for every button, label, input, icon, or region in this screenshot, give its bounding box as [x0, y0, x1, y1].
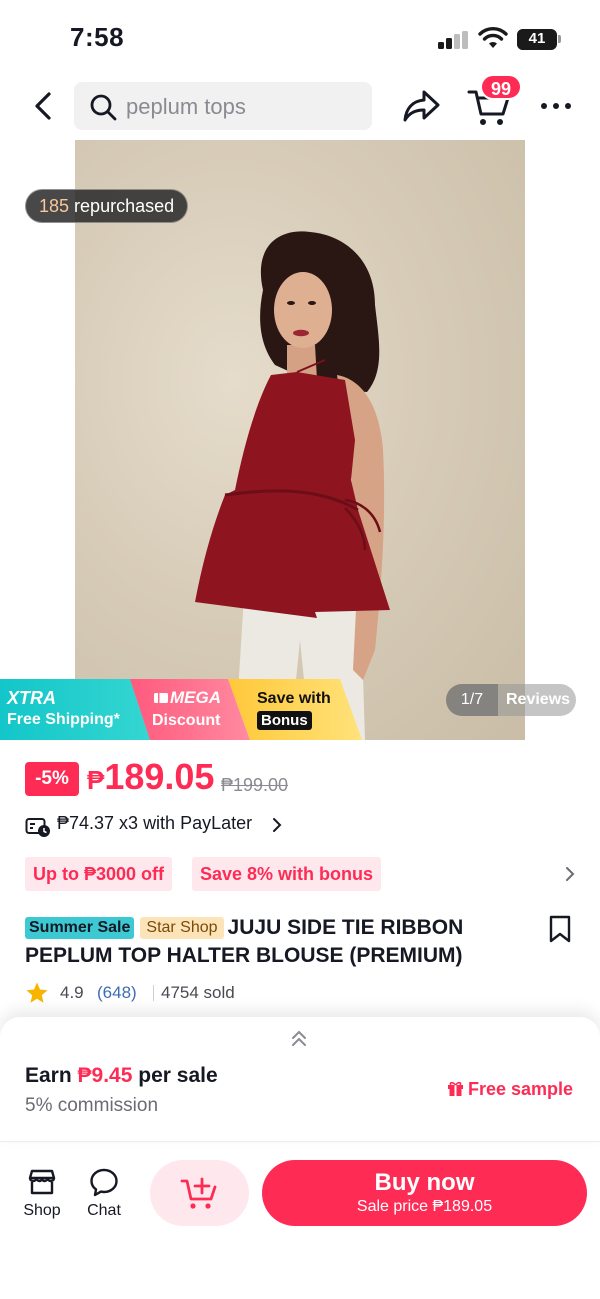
free-sample-label: Free sample — [468, 1079, 574, 1099]
discount-badge: -5% — [25, 762, 79, 796]
buy-now-label: Buy now — [374, 1169, 475, 1196]
search-input[interactable]: peplum tops — [74, 82, 372, 130]
free-shipping-label: Free Shipping* — [7, 711, 120, 728]
gift-icon — [448, 1081, 463, 1096]
discount-label: Discount — [152, 712, 221, 729]
battery-level: 41 — [528, 30, 546, 47]
earn-suffix: per sale — [132, 1064, 218, 1087]
sold-count: 4754 sold — [161, 983, 235, 1002]
back-button[interactable] — [26, 88, 62, 124]
review-count[interactable]: (648) — [97, 983, 137, 1003]
mega-label: MEGA — [154, 688, 221, 708]
commission-rate: 5% commission — [25, 1095, 159, 1116]
save-with-label: Save with — [257, 690, 331, 707]
voucher-discount[interactable]: Up to ₱3000 off — [25, 857, 173, 891]
cart-count-badge: 99 — [480, 74, 522, 100]
model-photo — [195, 231, 390, 740]
save-with-bonus-banner[interactable]: Save with Bonus — [228, 679, 362, 740]
buy-now-sale-price: Sale price ₱189.05 — [356, 1198, 493, 1215]
double-chevron-up-icon[interactable] — [289, 1029, 309, 1049]
battery-icon: 41 — [517, 29, 557, 50]
shop-icon — [28, 1169, 56, 1195]
xtra-free-shipping-banner[interactable]: XTRA Free Shipping* — [0, 679, 150, 740]
gallery-pager[interactable]: 1/7 Reviews — [446, 684, 576, 716]
more-options-button[interactable] — [538, 94, 574, 118]
repurchased-badge: 185 repurchased — [25, 189, 189, 223]
search-query: peplum tops — [126, 94, 246, 119]
status-bar: 7:58 41 — [0, 0, 600, 75]
shop-button[interactable]: Shop — [20, 1166, 64, 1222]
battery-cap — [558, 35, 561, 43]
earn-per-sale: Earn ₱9.45 per sale — [25, 1064, 218, 1088]
voucher-bonus[interactable]: Save 8% with bonus — [192, 857, 382, 891]
chevron-right-icon — [273, 818, 282, 832]
bonus-tag: Bonus — [257, 711, 312, 730]
status-time: 7:58 — [70, 22, 125, 52]
summer-sale-tag: Summer Sale — [25, 917, 135, 939]
chat-button[interactable]: Chat — [82, 1166, 126, 1222]
ticket-icon — [154, 693, 168, 703]
add-to-cart-button[interactable] — [150, 1160, 249, 1226]
paylater-icon — [25, 818, 50, 837]
divider — [0, 1141, 600, 1142]
mega-text: MEGA — [170, 688, 221, 707]
star-shop-tag: Star Shop — [140, 917, 224, 939]
share-button[interactable] — [400, 86, 442, 126]
product-title-block: Summer Sale Star Shop JUJU SIDE TIE RIBBON… — [25, 914, 525, 970]
earn-prefix: Earn — [25, 1064, 78, 1087]
price-amount: 189.05 — [104, 756, 215, 797]
shop-label: Shop — [23, 1202, 61, 1219]
paylater-text: ₱74.37 x3 with PayLater — [57, 813, 253, 833]
search-icon — [90, 94, 117, 121]
wifi-icon — [478, 27, 508, 48]
rating-score: 4.9 — [60, 983, 84, 1002]
product-image[interactable] — [75, 140, 525, 740]
sale-price: ₱189.05 — [87, 756, 214, 798]
affiliate-sheet[interactable]: Earn ₱9.45 per sale 5% commission Free s… — [0, 1017, 600, 1141]
chat-bubble-icon — [90, 1168, 118, 1197]
cellular-signal-icon — [438, 31, 470, 49]
divider — [153, 985, 154, 1001]
repurchased-count: 185 — [39, 196, 70, 216]
reviews-link[interactable]: Reviews — [506, 684, 570, 716]
earn-amount: ₱9.45 — [77, 1064, 133, 1087]
buy-now-button[interactable]: Buy now Sale price ₱189.05 — [262, 1160, 587, 1226]
chat-label: Chat — [87, 1202, 121, 1219]
image-counter: 1/7 — [446, 684, 498, 716]
original-price: ₱199.00 — [221, 775, 289, 795]
currency-symbol: ₱ — [87, 765, 105, 795]
star-icon — [26, 982, 48, 1003]
repurchased-label: repurchased — [69, 196, 175, 216]
xtra-label: XTRA — [7, 688, 56, 708]
bookmark-icon[interactable] — [548, 915, 572, 943]
free-sample-button[interactable]: Free sample — [447, 1079, 573, 1100]
chevron-right-icon[interactable] — [564, 864, 576, 884]
cart-plus-icon — [180, 1177, 217, 1209]
